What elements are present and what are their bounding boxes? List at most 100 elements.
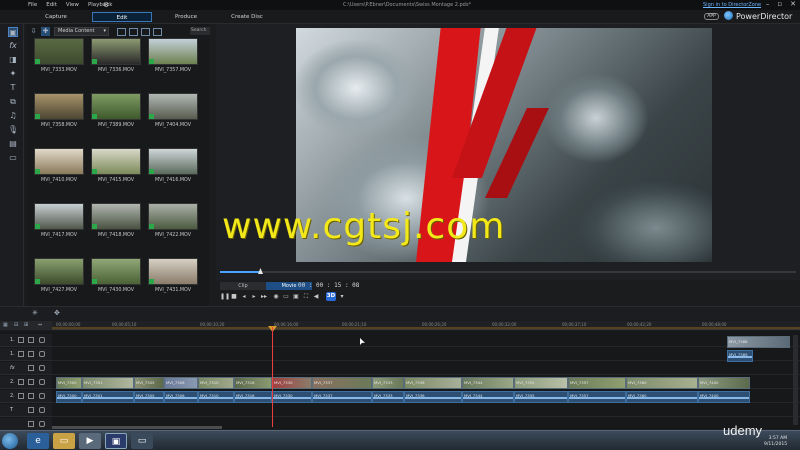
ie-icon[interactable]: e xyxy=(27,433,49,449)
gear-icon[interactable]: ⚙ xyxy=(103,1,109,9)
track-enable-checkbox[interactable] xyxy=(28,407,34,413)
menu-view[interactable]: View xyxy=(66,2,79,8)
timeline-clip[interactable]: MVI_7388 xyxy=(727,336,790,348)
tab-capture[interactable]: Capture xyxy=(28,12,84,22)
media-thumb[interactable]: MVI_7427.MOV xyxy=(34,258,84,298)
playhead-line[interactable] xyxy=(272,327,273,427)
timecode-display[interactable]: 00 : 00 : 15 : 08 xyxy=(298,282,359,289)
lock-icon[interactable] xyxy=(39,351,45,357)
zoom-in-icon[interactable]: ⊞ xyxy=(24,322,28,328)
preview-scrubber[interactable] xyxy=(220,268,796,274)
split-icon[interactable]: ✥ xyxy=(54,309,60,317)
media-thumb[interactable]: MVI_7430.MOV xyxy=(91,258,141,298)
track-lane[interactable] xyxy=(52,362,800,375)
next-frame-icon[interactable]: ▸ xyxy=(250,293,258,301)
minimize-icon[interactable]: – xyxy=(766,0,770,8)
media-thumb[interactable]: MVI_7418.MOV xyxy=(91,203,141,243)
track-enable-checkbox[interactable] xyxy=(28,351,34,357)
plugin-icon[interactable]: ✚ xyxy=(41,27,50,36)
audio-clip[interactable]: MVI_7316 xyxy=(234,391,272,403)
timeline-clip[interactable]: MVI_7333 xyxy=(372,377,404,389)
stop-icon[interactable]: ■ xyxy=(230,293,238,301)
media-thumb[interactable]: MVI_7404.MOV xyxy=(148,93,198,133)
track-lane[interactable] xyxy=(52,334,800,347)
tab-create-disc[interactable]: Create Disc xyxy=(222,12,272,22)
magic-tools-icon[interactable]: ✳ xyxy=(32,309,38,317)
app-task-icon[interactable]: ▭ xyxy=(131,433,153,449)
audio-mixing-icon[interactable]: ♫ xyxy=(8,111,18,121)
media-thumb[interactable]: MVI_7422.MOV xyxy=(148,203,198,243)
image-filter-icon[interactable] xyxy=(129,27,138,36)
media-player-icon[interactable]: ▶ xyxy=(79,433,101,449)
audio-clip[interactable]: MVI_7301 xyxy=(82,391,134,403)
track-enable-checkbox[interactable] xyxy=(28,421,34,427)
pip-room-icon[interactable]: ◨ xyxy=(8,55,18,65)
audio-clip[interactable]: MVI_7336 xyxy=(404,391,462,403)
audio-clip[interactable]: MVI_7389 xyxy=(727,350,753,362)
fast-forward-icon[interactable]: ▸▸ xyxy=(260,293,268,301)
media-thumb[interactable]: MVI_7333.MOV xyxy=(34,38,84,78)
track-enable-checkbox[interactable] xyxy=(28,393,34,399)
video-filter-icon[interactable] xyxy=(117,27,126,36)
lock-icon[interactable] xyxy=(39,365,45,371)
transition-room-icon[interactable]: ⧉ xyxy=(8,97,18,107)
audio-clip[interactable]: MVI_7400 xyxy=(698,391,750,403)
pause-icon[interactable]: ❚❚ xyxy=(220,293,230,301)
track-toggle-checkbox[interactable] xyxy=(18,337,24,343)
menu-file[interactable]: File xyxy=(28,2,37,8)
audio-clip[interactable]: MVI_7330 xyxy=(272,391,312,403)
timeline-clip[interactable]: MVI_7337 xyxy=(312,377,372,389)
media-thumb[interactable]: MVI_7358.MOV xyxy=(34,93,84,133)
track-toggle-checkbox[interactable] xyxy=(18,379,24,385)
media-thumb[interactable]: MVI_7389.MOV xyxy=(91,93,141,133)
timeline-clip[interactable]: MVI_7400 xyxy=(698,377,750,389)
media-thumb[interactable]: MVI_7415.MOV xyxy=(91,148,141,188)
timeline-clip[interactable]: MVI_7305 xyxy=(134,377,164,389)
timeline-clip[interactable]: MVI_7300 xyxy=(56,377,82,389)
audio-clip[interactable]: MVI_7337 xyxy=(312,391,372,403)
chevron-down-icon[interactable]: ▾ xyxy=(338,293,346,301)
lock-icon[interactable] xyxy=(39,379,45,385)
particle-room-icon[interactable]: ✦ xyxy=(8,69,18,79)
fullscreen-icon[interactable]: ⛶ xyxy=(302,293,310,301)
display-options-icon[interactable]: ▭ xyxy=(282,293,290,301)
audio-clip[interactable]: MVI_7333 xyxy=(372,391,404,403)
timeline-clip[interactable]: MVI_7336 xyxy=(404,377,462,389)
preview-mode-icon[interactable]: ▣ xyxy=(292,293,300,301)
timeline-clip[interactable]: MVI_7344 xyxy=(462,377,514,389)
audio-clip[interactable]: MVI_7300 xyxy=(56,391,82,403)
audio-clip[interactable]: MVI_7305 xyxy=(134,391,164,403)
close-icon[interactable]: ✕ xyxy=(790,0,796,8)
title-room-icon[interactable]: T xyxy=(8,83,18,93)
media-thumb[interactable]: MVI_7416.MOV xyxy=(148,148,198,188)
track-lane[interactable] xyxy=(52,404,800,417)
timeline-clip[interactable]: MVI_7330 xyxy=(272,377,312,389)
snapshot-icon[interactable]: ◉ xyxy=(272,293,280,301)
media-thumb[interactable]: MVI_7417.MOV xyxy=(34,203,84,243)
maximize-icon[interactable]: ▫ xyxy=(777,0,782,8)
media-thumb[interactable]: MVI_7336.MOV xyxy=(91,38,141,78)
track-toggle-checkbox[interactable] xyxy=(18,393,24,399)
zoom-out-icon[interactable]: ⊟ xyxy=(14,322,18,328)
menu-edit[interactable]: Edit xyxy=(46,2,57,8)
powerdirector-task-icon[interactable]: ▣ xyxy=(105,433,127,449)
sort-icon[interactable] xyxy=(153,27,162,36)
media-room-icon[interactable]: ▣ xyxy=(8,27,18,37)
signin-link[interactable]: Sign in to DirectorZone xyxy=(703,2,761,8)
audio-clip[interactable]: MVI_7357 xyxy=(568,391,626,403)
audio-filter-icon[interactable] xyxy=(141,27,150,36)
3d-button[interactable]: 3D xyxy=(326,292,336,301)
track-lane[interactable] xyxy=(52,348,800,361)
prev-frame-icon[interactable]: ◂ xyxy=(240,293,248,301)
explorer-icon[interactable]: ▭ xyxy=(53,433,75,449)
track-enable-checkbox[interactable] xyxy=(28,379,34,385)
audio-clip[interactable]: MVI_7306 xyxy=(164,391,198,403)
track-toggle-checkbox[interactable] xyxy=(18,351,24,357)
lock-icon[interactable] xyxy=(39,407,45,413)
voiceover-icon[interactable]: 🎙 xyxy=(8,125,18,135)
timeline-clip[interactable]: MVI_7355 xyxy=(514,377,568,389)
audio-clip[interactable]: MVI_7360 xyxy=(626,391,698,403)
timeline-hscrollbar[interactable] xyxy=(52,426,222,429)
fit-timeline-icon[interactable]: ⇔ xyxy=(38,322,42,328)
timeline-clip[interactable]: MVI_7301 xyxy=(82,377,134,389)
